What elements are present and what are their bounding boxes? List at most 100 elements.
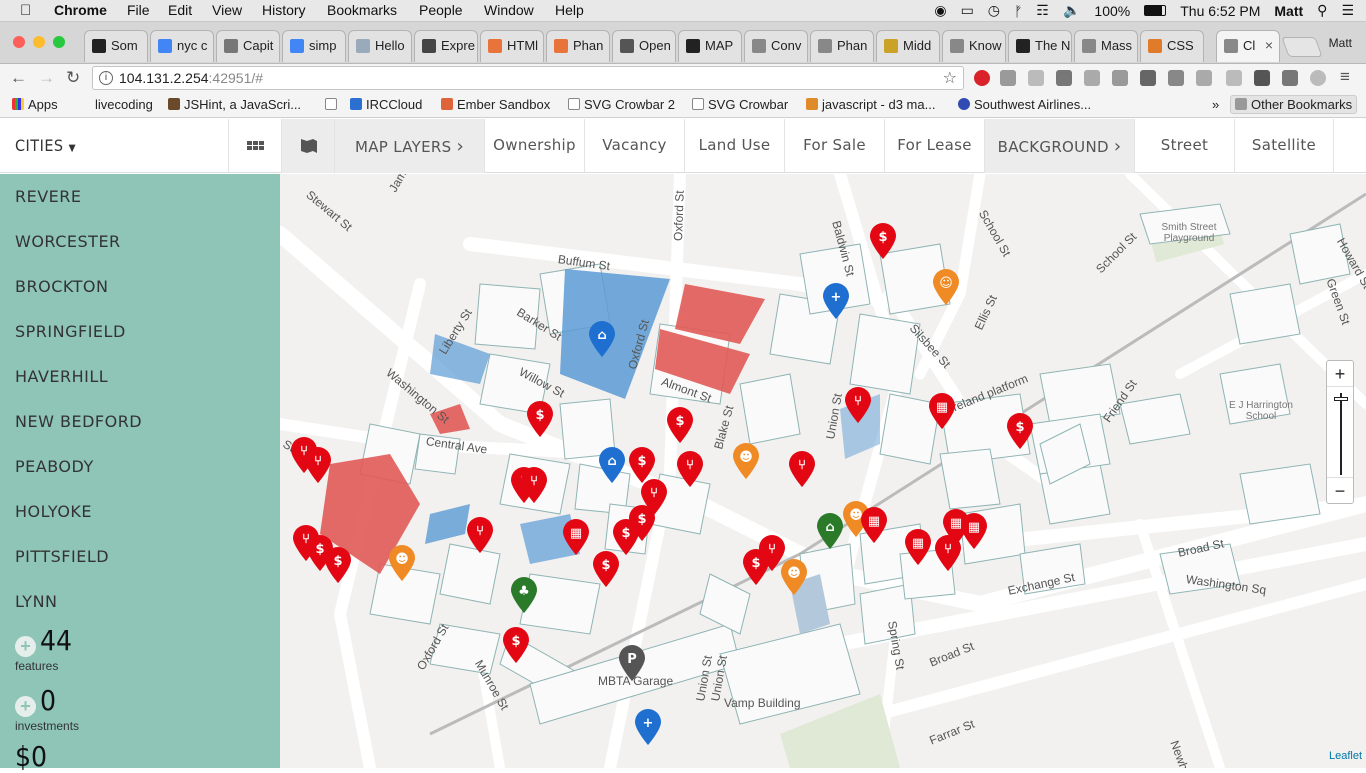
- map-view[interactable]: Stewart StJames StOxford StBuffum StBark…: [280, 174, 1366, 768]
- map-marker-sale-icon[interactable]: $: [501, 626, 531, 664]
- other-bookmarks[interactable]: Other Bookmarks: [1230, 95, 1358, 114]
- menu-window[interactable]: Window: [484, 2, 534, 18]
- menu-file[interactable]: File: [127, 2, 150, 18]
- battery-icon[interactable]: [1144, 5, 1167, 16]
- browser-tab[interactable]: Mass: [1074, 30, 1138, 62]
- menu-app-chrome[interactable]: Chrome: [54, 2, 107, 18]
- browser-tab[interactable]: MAP: [678, 30, 742, 62]
- zoom-out-button[interactable]: −: [1327, 477, 1353, 503]
- cities-dropdown[interactable]: CITIES ▼: [15, 136, 76, 155]
- zoom-slider-track[interactable]: [1340, 393, 1342, 475]
- close-tab-icon[interactable]: ×: [1265, 37, 1273, 53]
- volume-icon[interactable]: 🔈: [1063, 2, 1080, 19]
- city-pittsfield[interactable]: PITTSFIELD: [15, 547, 109, 566]
- map-marker-building-icon[interactable]: ▦: [903, 528, 933, 566]
- bookmark-star-icon[interactable]: ☆: [943, 68, 957, 88]
- layer-for-lease[interactable]: For Lease: [884, 119, 984, 173]
- city-worcester[interactable]: WORCESTER: [15, 232, 121, 251]
- map-marker-restaurant-icon[interactable]: ⑂: [675, 450, 705, 488]
- extension-icon[interactable]: [1000, 70, 1016, 86]
- cast-icon[interactable]: [1282, 70, 1298, 86]
- browser-tab[interactable]: Hello: [348, 30, 412, 62]
- browser-tab[interactable]: simp: [282, 30, 346, 62]
- bookmark-svg-crowbar[interactable]: SVG Crowbar: [692, 97, 788, 112]
- browser-tab[interactable]: Open: [612, 30, 676, 62]
- browser-tab[interactable]: Capit: [216, 30, 280, 62]
- map-marker-sale-icon[interactable]: $: [323, 546, 353, 584]
- extension-icon[interactable]: [1140, 70, 1156, 86]
- browser-tab[interactable]: Phan: [810, 30, 874, 62]
- map-marker-people-icon[interactable]: ☺: [931, 268, 961, 306]
- browser-tab[interactable]: Expre: [414, 30, 478, 62]
- map-marker-sale-icon[interactable]: $: [665, 406, 695, 444]
- city-lynn[interactable]: LYNN: [15, 592, 58, 611]
- map-marker-parking-icon[interactable]: P: [617, 644, 647, 682]
- menu-view[interactable]: View: [212, 2, 242, 18]
- city-brockton[interactable]: BROCKTON: [15, 277, 108, 296]
- map-canvas[interactable]: [280, 174, 1366, 768]
- browser-tab[interactable]: Cl ×: [1216, 30, 1280, 62]
- extension-icon[interactable]: [1226, 70, 1242, 86]
- map-marker-restaurant-icon[interactable]: ⑂: [465, 516, 495, 554]
- info-icon[interactable]: i: [99, 71, 113, 85]
- map-layers-menu[interactable]: MAP LAYERS ›: [334, 119, 484, 173]
- leaflet-attribution[interactable]: Leaflet: [1329, 750, 1362, 762]
- map-marker-hospital-icon[interactable]: +: [821, 282, 851, 320]
- browser-tab[interactable]: Conv: [744, 30, 808, 62]
- airplay-icon[interactable]: ▭: [961, 2, 974, 19]
- screen-share-icon[interactable]: ◉: [934, 2, 946, 19]
- map-marker-sale-icon[interactable]: $: [591, 550, 621, 588]
- city-holyoke[interactable]: HOLYOKE: [15, 502, 92, 521]
- zoom-in-button[interactable]: +: [1327, 361, 1353, 387]
- bookmark-d3[interactable]: javascript - d3 ma...: [806, 97, 935, 112]
- browser-tab[interactable]: HTMl: [480, 30, 544, 62]
- menu-history[interactable]: History: [262, 2, 306, 18]
- browser-tab[interactable]: Phan: [546, 30, 610, 62]
- extension-icon[interactable]: [1028, 70, 1044, 86]
- map-marker-theater-icon[interactable]: ☻: [387, 544, 417, 582]
- url-field[interactable]: i 104.131.2.254:42951/# ☆: [92, 66, 964, 90]
- map-marker-building-icon[interactable]: ▦: [959, 512, 989, 550]
- map-marker-tree-icon[interactable]: ♣: [509, 576, 539, 614]
- grid-view-button[interactable]: [228, 119, 281, 173]
- city-revere[interactable]: REVERE: [15, 187, 82, 206]
- map-marker-restaurant-icon[interactable]: ⑂: [787, 450, 817, 488]
- extension-icon[interactable]: [1310, 70, 1326, 86]
- layer-for-sale[interactable]: For Sale: [784, 119, 884, 173]
- background-street[interactable]: Street: [1134, 119, 1234, 173]
- menu-people[interactable]: People: [419, 2, 463, 18]
- bookmark-jshint[interactable]: JSHint, a JavaScri...: [168, 97, 301, 112]
- map-marker-building-icon[interactable]: ▦: [927, 392, 957, 430]
- add-features-button[interactable]: +: [15, 636, 36, 657]
- map-marker-civic-icon[interactable]: ⌂: [597, 446, 627, 484]
- browser-tab[interactable]: The N: [1008, 30, 1072, 62]
- battery-percent[interactable]: 100%: [1094, 3, 1130, 19]
- browser-tab[interactable]: CSS: [1140, 30, 1204, 62]
- background-satellite[interactable]: Satellite: [1234, 119, 1334, 173]
- bookmark-southwest[interactable]: Southwest Airlines...: [958, 97, 1091, 112]
- chrome-menu-icon[interactable]: ≡: [1340, 67, 1350, 87]
- notification-center-icon[interactable]: ☰: [1341, 2, 1354, 19]
- background-menu[interactable]: BACKGROUND ›: [984, 119, 1134, 173]
- location-icon[interactable]: [1254, 70, 1270, 86]
- forward-button[interactable]: →: [38, 68, 55, 88]
- browser-tab[interactable]: Som: [84, 30, 148, 62]
- close-window-button[interactable]: [13, 36, 25, 48]
- extension-icon[interactable]: [1084, 70, 1100, 86]
- bookmark-irccloud[interactable]: IRCCloud: [350, 97, 422, 112]
- layer-ownership[interactable]: Ownership: [484, 119, 584, 173]
- map-marker-building-icon[interactable]: ▦: [859, 506, 889, 544]
- apple-icon[interactable]: : [20, 2, 31, 19]
- extension-icon[interactable]: [1056, 70, 1072, 86]
- bookmark-svg-crowbar-2[interactable]: SVG Crowbar 2: [568, 97, 675, 112]
- city-new-bedford[interactable]: NEW BEDFORD: [15, 412, 142, 431]
- reload-button[interactable]: ↻: [66, 68, 80, 88]
- minimize-window-button[interactable]: [33, 36, 45, 48]
- clock[interactable]: Thu 6:52 PM: [1180, 3, 1260, 19]
- bookmark-page-icon[interactable]: [325, 97, 341, 112]
- back-button[interactable]: ←: [10, 68, 27, 88]
- map-marker-restaurant-icon[interactable]: ⑂: [519, 466, 549, 504]
- browser-tab[interactable]: Know: [942, 30, 1006, 62]
- time-machine-icon[interactable]: ◷: [988, 2, 1000, 19]
- map-marker-restaurant-icon[interactable]: ⑂: [843, 386, 873, 424]
